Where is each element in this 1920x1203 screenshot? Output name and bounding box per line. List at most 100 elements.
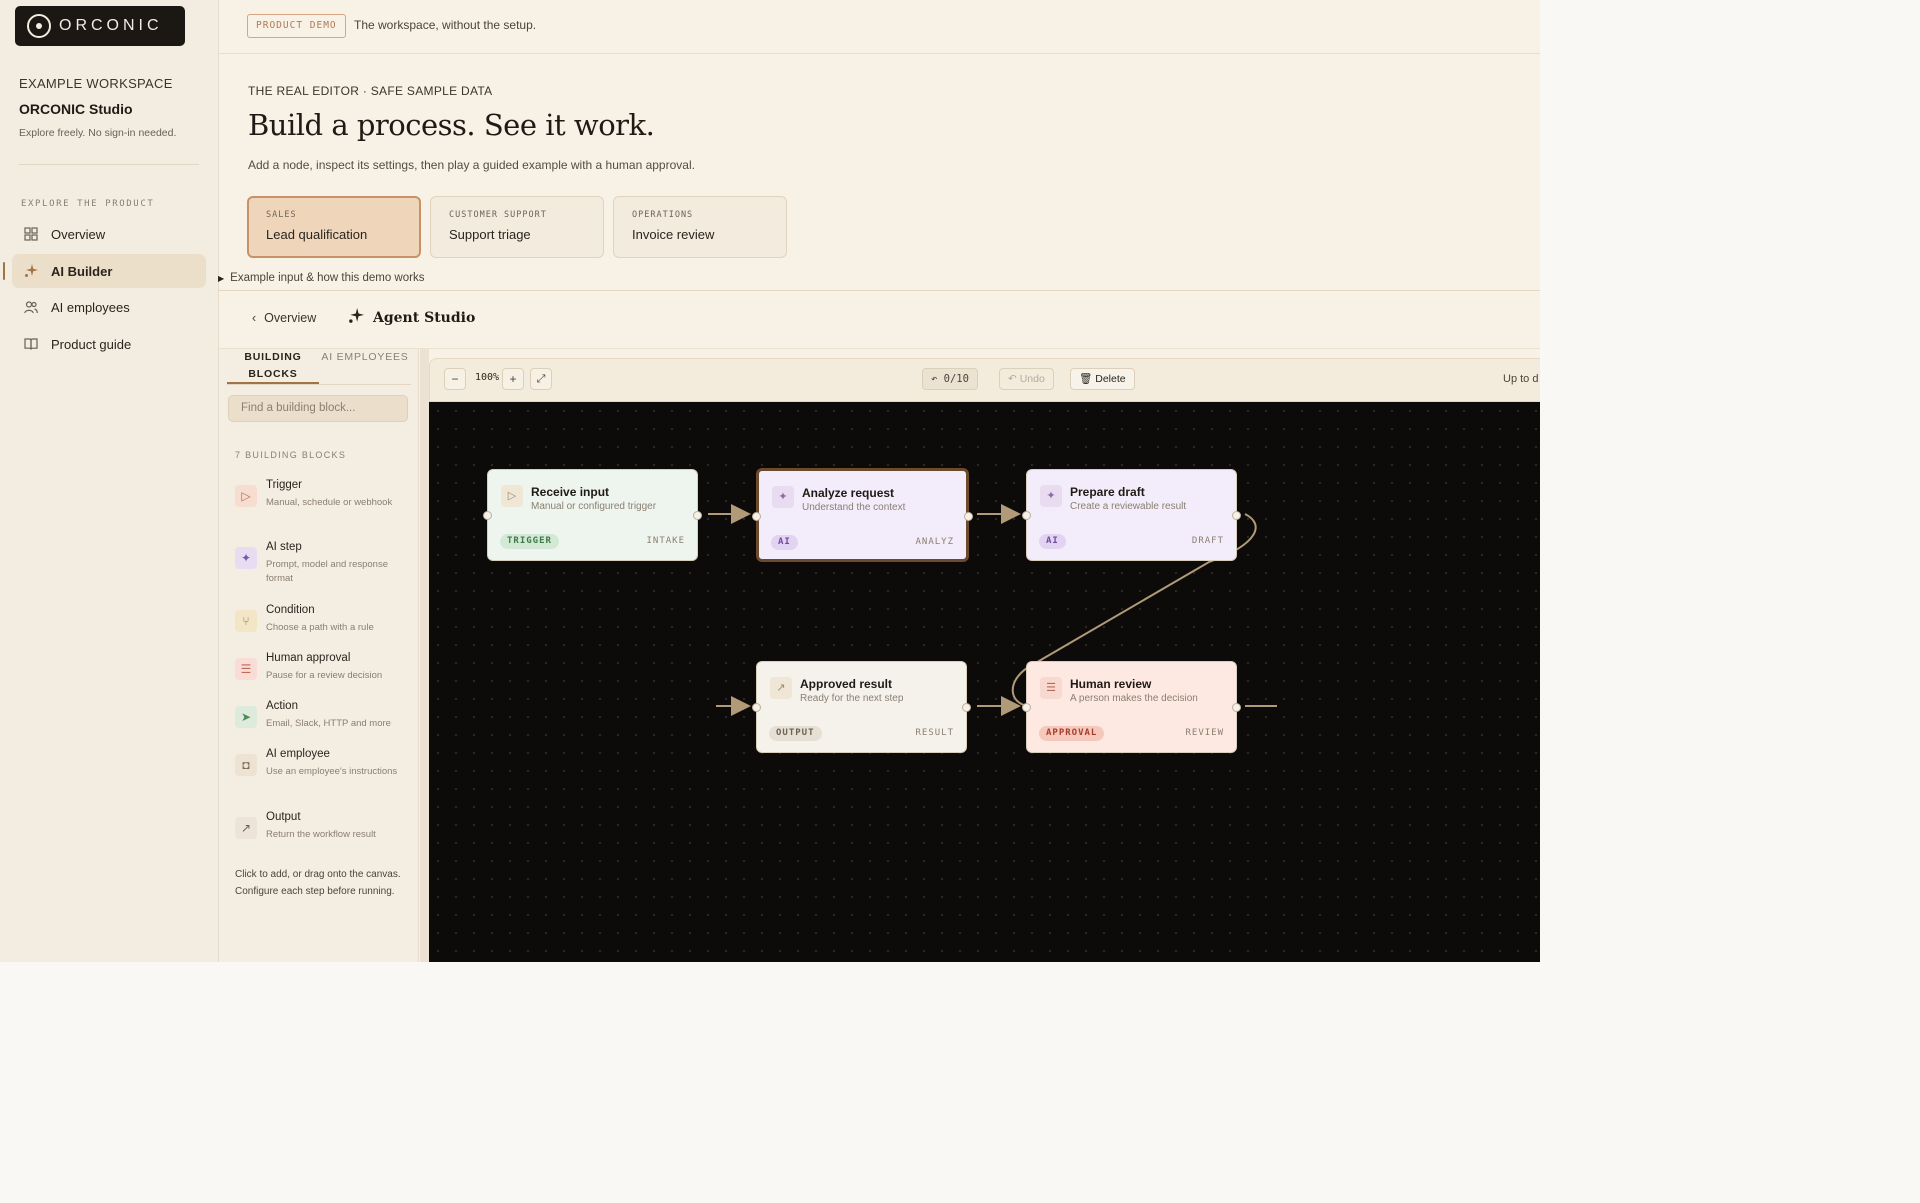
checklist-icon: ☰ <box>1040 677 1062 699</box>
output-port[interactable] <box>962 703 971 712</box>
brand-name: ORCONIC <box>59 17 163 34</box>
node-subtitle: Ready for the next step <box>800 693 904 704</box>
workspace-name: ORCONIC Studio <box>19 101 133 117</box>
example-input-toggle[interactable]: ▶ Example input & how this demo works <box>218 272 424 284</box>
node-human-review[interactable]: ☰ Human review A person makes the decisi… <box>1022 661 1241 753</box>
workflow-canvas[interactable]: ▷ Receive input Manual or configured tri… <box>429 402 1540 962</box>
block-search-input[interactable]: Find a building block... <box>228 395 408 422</box>
panel-help-text: Click to add, or drag onto the canvas. C… <box>235 869 401 897</box>
undo-label: Undo <box>1019 373 1045 385</box>
canvas-toolbar: − 100% + ⤢ ↶ 0/10 ↶ Undo 🗑 Delete Up to … <box>429 358 1540 402</box>
undo-button[interactable]: ↶ Undo <box>999 368 1054 390</box>
block-name: Action <box>266 700 298 712</box>
sidebar-item-label: Overview <box>51 226 106 242</box>
branch-icon: ⑂ <box>235 610 257 632</box>
fit-view-button[interactable]: ⤢ <box>530 368 552 390</box>
output-port[interactable] <box>1232 511 1241 520</box>
brand-logo[interactable]: ORCONIC <box>15 6 185 46</box>
sidebar-divider <box>19 164 199 165</box>
block-name: Human approval <box>266 652 351 664</box>
block-name: Output <box>266 811 301 823</box>
back-label: Overview <box>264 311 317 325</box>
node-title: Approved result <box>800 677 893 691</box>
undo-icon: ↶ <box>1008 373 1020 385</box>
top-bar: PRODUCT DEMO The workspace, without the … <box>219 0 1540 54</box>
input-port[interactable] <box>483 511 492 520</box>
topbar-tagline: The workspace, without the setup. <box>354 18 537 32</box>
scenario-card-support-triage[interactable]: CUSTOMER SUPPORT Support triage <box>430 196 604 258</box>
scenario-card-lead-qualification[interactable]: SALES Lead qualification <box>247 196 421 258</box>
workspace-description: Explore freely. No sign-in needed. <box>19 127 177 139</box>
node-receive-input[interactable]: ▷ Receive input Manual or configured tri… <box>483 469 702 561</box>
delete-button[interactable]: 🗑 Delete <box>1070 368 1135 390</box>
play-icon: ▷ <box>501 485 523 507</box>
send-icon: ➤ <box>235 706 257 728</box>
node-key: INTAKE <box>646 536 685 546</box>
sidebar-item-label: AI employees <box>51 299 130 315</box>
node-title: Prepare draft <box>1070 485 1145 499</box>
block-trigger[interactable]: ▷ Trigger Manual, schedule or webhook <box>235 479 415 529</box>
sidebar: ORCONIC EXAMPLE WORKSPACE ORCONIC Studio… <box>0 0 219 962</box>
history-counter[interactable]: ↶ 0/10 <box>922 368 978 390</box>
block-condition[interactable]: ⑂ Condition Choose a path with a rule <box>235 604 415 640</box>
tab-ai-employees[interactable]: AI EMPLOYEES <box>319 349 411 385</box>
input-port[interactable] <box>1022 511 1031 520</box>
scenario-kicker: CUSTOMER SUPPORT <box>449 210 547 220</box>
scenario-label: Lead qualification <box>266 227 368 242</box>
output-port[interactable] <box>1232 703 1241 712</box>
input-port[interactable] <box>752 512 761 521</box>
example-toggle-label: Example input & how this demo works <box>230 272 425 284</box>
arrow-up-right-icon: ↗ <box>235 817 257 839</box>
node-key: RESULT <box>915 728 954 738</box>
block-output[interactable]: ↗ Output Return the workflow result <box>235 811 415 847</box>
history-count: 0/10 <box>943 373 969 385</box>
node-prepare-draft[interactable]: ✦ Prepare draft Create a reviewable resu… <box>1022 469 1241 561</box>
sidebar-item-product-guide[interactable]: Product guide <box>12 327 206 361</box>
scenario-label: Support triage <box>449 227 531 242</box>
block-description: Return the workflow result <box>266 829 376 840</box>
node-analyze-request[interactable]: ✦ Analyze request Understand the context… <box>752 468 973 562</box>
sparkle-icon <box>24 264 38 278</box>
node-subtitle: A person makes the decision <box>1070 693 1198 704</box>
block-description: Email, Slack, HTTP and more <box>266 718 391 729</box>
block-action[interactable]: ➤ Action Email, Slack, HTTP and more <box>235 700 415 736</box>
output-port[interactable] <box>964 512 973 521</box>
sparkle-icon: ✦ <box>772 486 794 508</box>
node-title: Human review <box>1070 677 1152 691</box>
book-icon <box>24 337 38 351</box>
node-subtitle: Manual or configured trigger <box>531 501 657 512</box>
hero-subtitle: Add a node, inspect its settings, then p… <box>248 158 695 172</box>
output-port[interactable] <box>693 511 702 520</box>
back-to-overview-link[interactable]: ‹ Overview <box>252 311 316 325</box>
scenario-card-invoice-review[interactable]: OPERATIONS Invoice review <box>613 196 787 258</box>
sidebar-item-label: AI Builder <box>51 263 113 279</box>
zoom-in-button[interactable]: + <box>502 368 524 390</box>
block-human-approval[interactable]: ☰ Human approval Pause for a review deci… <box>235 652 415 688</box>
play-icon: ▷ <box>235 485 257 507</box>
save-status: Up to d <box>1503 373 1539 385</box>
node-title: Analyze request <box>802 486 895 500</box>
node-key: REVIEW <box>1185 728 1224 738</box>
canvas-gutter <box>420 349 429 962</box>
node-type-tag: APPROVAL <box>1039 726 1105 741</box>
node-approved-result[interactable]: ↗ Approved result Ready for the next ste… <box>752 661 971 753</box>
block-ai-employee[interactable]: ◘ AI employee Use an employee's instruct… <box>235 748 415 798</box>
node-type-tag: OUTPUT <box>769 726 822 741</box>
sidebar-item-ai-employees[interactable]: AI employees <box>12 290 206 324</box>
block-description: Prompt, model and response format <box>266 559 388 584</box>
trash-icon: 🗑 <box>1079 373 1096 385</box>
tab-building-blocks[interactable]: BUILDING BLOCKS <box>227 349 319 385</box>
input-port[interactable] <box>1022 703 1031 712</box>
zoom-out-button[interactable]: − <box>444 368 466 390</box>
product-demo-badge: PRODUCT DEMO <box>247 14 346 38</box>
node-type-tag: AI <box>1039 534 1066 549</box>
scenario-label: Invoice review <box>632 227 715 242</box>
block-description: Use an employee's instructions <box>266 766 398 777</box>
page-title: Build a process. See it work. <box>248 108 655 142</box>
input-port[interactable] <box>752 703 761 712</box>
sidebar-section-title: EXPLORE THE PRODUCT <box>21 199 155 209</box>
sparkle-icon <box>348 308 364 328</box>
sidebar-item-overview[interactable]: Overview <box>12 217 206 251</box>
sidebar-item-ai-builder[interactable]: AI Builder <box>3 254 206 288</box>
block-ai-step[interactable]: ✦ AI step Prompt, model and response for… <box>235 541 415 591</box>
